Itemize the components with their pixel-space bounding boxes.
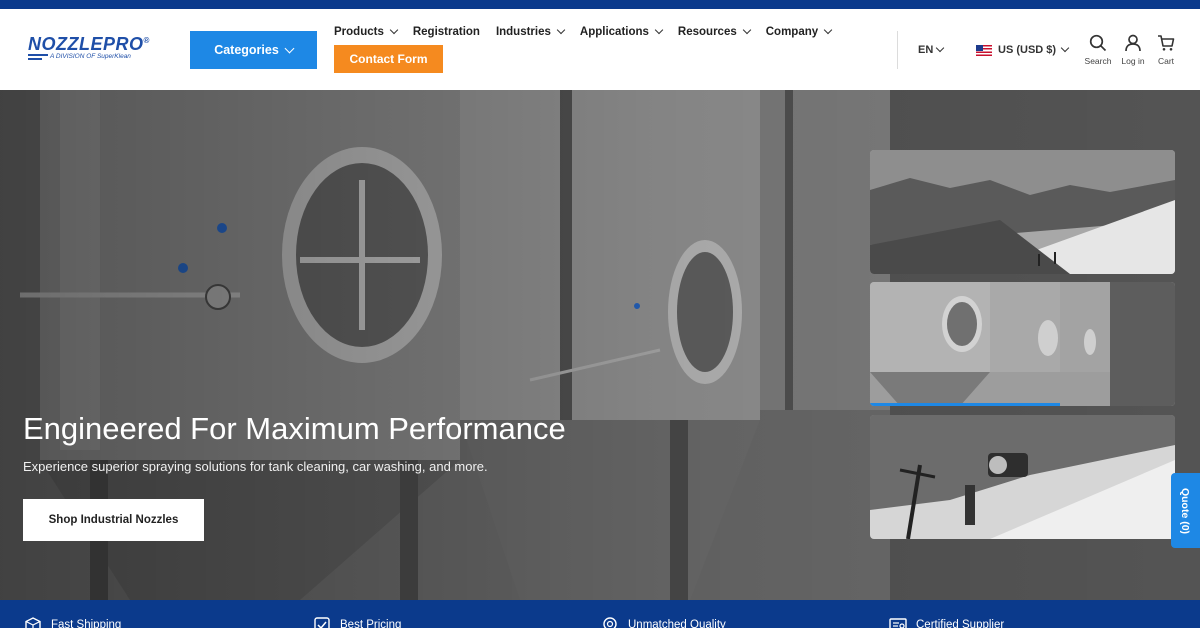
- snow-cannon-thumbnail[interactable]: [870, 415, 1175, 539]
- logo-stripe: [28, 58, 42, 60]
- chevron-down-icon: [1060, 43, 1070, 53]
- logo-stripe: [28, 54, 48, 56]
- logo-registered-mark: ®: [143, 36, 150, 45]
- header-divider: [897, 31, 898, 69]
- shop-industrial-nozzles-button[interactable]: Shop Industrial Nozzles: [23, 499, 204, 541]
- box-icon: [25, 617, 41, 628]
- main-nav: Products Registration Industries Applica…: [334, 25, 847, 38]
- user-icon: [1125, 34, 1141, 52]
- language-selector[interactable]: EN: [918, 43, 945, 56]
- nav-item-products[interactable]: Products: [334, 25, 399, 38]
- nav-item-company[interactable]: Company: [766, 25, 833, 38]
- logo-brand: NOZZLEPRO: [28, 34, 144, 54]
- badge-icon: [603, 617, 617, 628]
- quote-tab[interactable]: Quote (0): [1171, 473, 1200, 548]
- nav-item-applications[interactable]: Applications: [580, 25, 664, 38]
- nav-item-industries[interactable]: Industries: [496, 25, 566, 38]
- chevron-down-icon: [556, 25, 566, 35]
- slide-progress-bar: [870, 403, 1060, 406]
- chevron-down-icon: [823, 25, 833, 35]
- feature-fast-shipping: Fast Shipping: [24, 617, 121, 628]
- categories-button[interactable]: Categories: [190, 31, 317, 69]
- feature-best-pricing: Best Pricing: [313, 617, 401, 628]
- currency-selector[interactable]: US (USD $): [976, 43, 1070, 56]
- cart-button[interactable]: Cart: [1148, 34, 1184, 66]
- search-icon: [1089, 34, 1107, 52]
- site-header: NOZZLEPRO® A DIVISION OF SuperKlean Cate…: [0, 9, 1200, 90]
- nozzlepro-logo[interactable]: NOZZLEPRO® A DIVISION OF SuperKlean: [28, 34, 170, 74]
- contact-form-button[interactable]: Contact Form: [334, 45, 443, 73]
- hero-banner: Engineered For Maximum Performance Exper…: [0, 90, 1200, 600]
- login-label: Log in: [1121, 56, 1145, 66]
- hero-title: Engineered For Maximum Performance: [23, 411, 566, 446]
- search-label: Search: [1084, 56, 1112, 66]
- feature-label: Certified Supplier: [916, 619, 1005, 628]
- chevron-down-icon: [284, 43, 295, 53]
- feature-certified-supplier: Certified Supplier: [889, 617, 1004, 628]
- nav-item-registration[interactable]: Registration: [413, 26, 480, 38]
- nav-item-resources[interactable]: Resources: [678, 25, 751, 38]
- categories-label: Categories: [214, 43, 279, 57]
- feature-label: Best Pricing: [340, 619, 402, 628]
- hero-subtitle: Experience superior spraying solutions f…: [23, 459, 488, 474]
- search-button[interactable]: Search: [1080, 34, 1116, 66]
- feature-label: Unmatched Quality: [628, 619, 726, 628]
- top-accent-bar: [0, 0, 1200, 9]
- feature-label: Fast Shipping: [51, 619, 122, 628]
- steel-tanks-thumbnail[interactable]: [870, 282, 1175, 406]
- currency-label: US (USD $): [998, 44, 1057, 56]
- cart-label: Cart: [1157, 56, 1175, 66]
- feature-unmatched-quality: Unmatched Quality: [601, 617, 726, 628]
- snowy-mountain-thumbnail[interactable]: [870, 150, 1175, 274]
- logo-tagline: A DIVISION OF SuperKlean: [50, 53, 131, 60]
- chevron-down-icon: [654, 25, 664, 35]
- login-button[interactable]: Log in: [1115, 34, 1151, 66]
- features-bar: [0, 600, 1200, 628]
- cart-icon: [1158, 35, 1175, 51]
- quote-tab-label: Quote (0): [1179, 487, 1192, 534]
- check-icon: [314, 617, 330, 628]
- certificate-icon: [889, 618, 907, 628]
- us-flag-icon: [976, 44, 992, 56]
- chevron-down-icon: [936, 43, 945, 53]
- language-label: EN: [918, 44, 934, 56]
- chevron-down-icon: [389, 25, 399, 35]
- chevron-down-icon: [742, 25, 751, 35]
